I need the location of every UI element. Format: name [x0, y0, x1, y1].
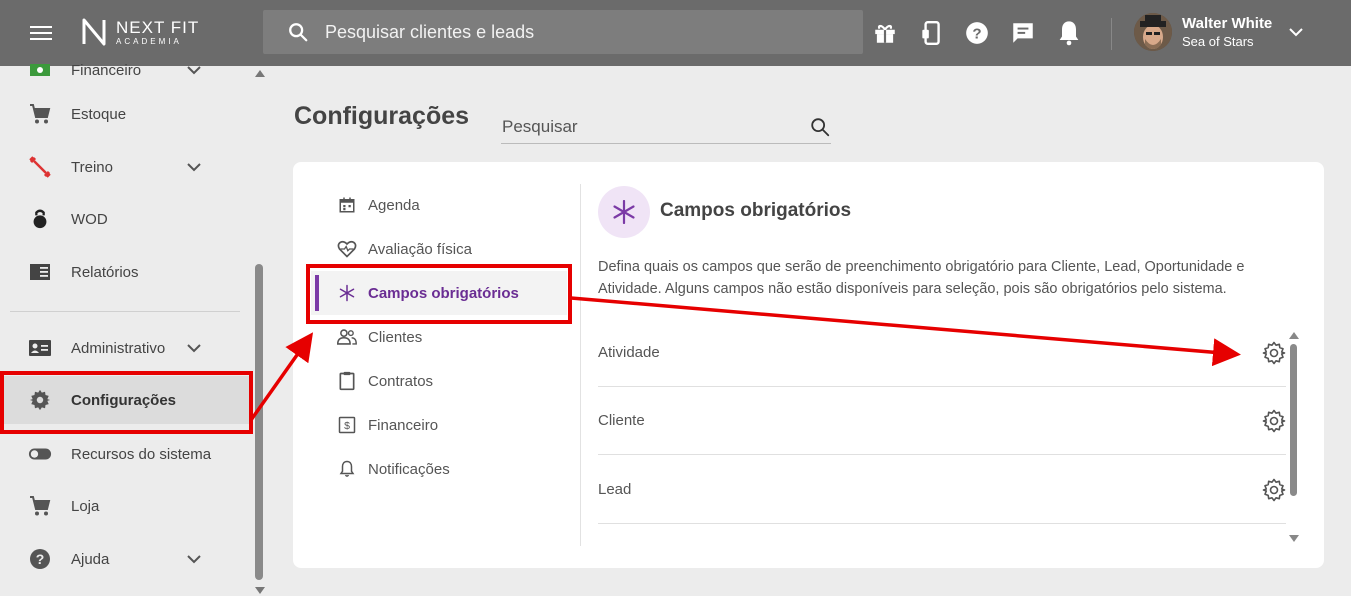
settings-card: Agenda Avaliação física Campos obrigatór… [293, 162, 1324, 568]
cart-icon [28, 494, 52, 518]
settings-nav-label: Agenda [368, 196, 420, 214]
card-divider [580, 184, 581, 546]
settings-nav-contratos[interactable]: Contratos [311, 359, 567, 403]
chat-icon[interactable] [1008, 18, 1038, 48]
settings-nav-label: Clientes [368, 328, 423, 346]
gear-icon[interactable] [1262, 409, 1286, 433]
gear-icon[interactable] [1262, 341, 1286, 365]
logo-subtitle: ACADEMIA [116, 36, 182, 46]
sidebar-item-label: Treino [71, 158, 113, 176]
dollar-icon: $ [337, 415, 357, 435]
report-icon [28, 260, 52, 284]
dumbbell-icon [28, 155, 52, 179]
search-icon [289, 23, 308, 42]
sidebar-item-label: Administrativo [71, 339, 166, 357]
bell-icon[interactable] [1054, 18, 1084, 48]
settings-nav-label: Financeiro [368, 416, 439, 434]
sidebar-item-relatorios[interactable]: Relatórios [0, 248, 250, 296]
money-icon [28, 58, 52, 82]
sidebar-item-financeiro[interactable]: Financeiro [0, 46, 250, 94]
mobile-icon[interactable] [916, 18, 946, 48]
annotation-box-configuracoes [0, 371, 253, 434]
settings-nav-financeiro[interactable]: $ Financeiro [311, 403, 567, 447]
sidebar-item-label: Ajuda [71, 550, 110, 568]
sidebar-scroll-up-arrow[interactable] [255, 70, 265, 77]
calendar-icon [337, 195, 357, 215]
svg-text:?: ? [972, 25, 981, 42]
list-scroll-up-arrow[interactable] [1289, 332, 1299, 339]
section-title: Campos obrigatórios [660, 200, 852, 221]
toggle-icon [28, 442, 52, 466]
logo-mark-icon [82, 18, 106, 46]
gift-icon[interactable] [870, 18, 900, 48]
list-item: Atividade [598, 319, 1286, 387]
list-scrollbar[interactable] [1290, 344, 1297, 496]
users-icon [337, 327, 357, 347]
settings-nav-label: Contratos [368, 372, 434, 390]
asterisk-icon [598, 186, 650, 238]
user-organization: Sea of Stars [1182, 34, 1254, 49]
chevron-down-icon [187, 344, 201, 353]
clipboard-icon [337, 371, 357, 391]
kettlebell-icon [28, 207, 52, 231]
annotation-box-campos-obrigatorios [306, 264, 572, 324]
settings-nav-label: Avaliação física [368, 240, 472, 258]
sidebar-item-label: WOD [71, 210, 108, 228]
sidebar: Financeiro Estoque Treino WOD Relatórios… [0, 62, 267, 596]
sidebar-item-treino[interactable]: Treino [0, 143, 250, 191]
sidebar-scrollbar[interactable] [255, 264, 263, 580]
list-scroll-down-arrow[interactable] [1289, 535, 1299, 542]
sidebar-divider [10, 311, 240, 312]
sidebar-item-recursos-do-sistema[interactable]: Recursos do sistema [0, 430, 250, 478]
avatar [1134, 13, 1172, 51]
global-search-placeholder: Pesquisar clientes e leads [325, 21, 535, 42]
chevron-down-icon [187, 555, 201, 564]
sidebar-item-label: Loja [71, 497, 100, 515]
sidebar-item-wod[interactable]: WOD [0, 195, 250, 243]
svg-text:?: ? [36, 551, 45, 567]
global-search-input[interactable]: Pesquisar clientes e leads [263, 10, 863, 54]
settings-search-placeholder: Pesquisar [502, 116, 578, 136]
sidebar-item-estoque[interactable]: Estoque [0, 90, 250, 138]
sidebar-item-label: Relatórios [71, 263, 139, 281]
topbar-divider [1111, 18, 1112, 50]
bell-icon [337, 459, 357, 479]
search-icon[interactable] [809, 116, 831, 138]
list-item: Lead [598, 456, 1286, 524]
section-description: Defina quais os campos que serão de pree… [598, 259, 1245, 297]
list-item-label: Cliente [598, 412, 645, 429]
chevron-down-icon [187, 163, 201, 172]
chevron-down-icon [1289, 28, 1303, 37]
settings-search-input[interactable]: Pesquisar [501, 110, 831, 144]
help-icon[interactable]: ? [962, 18, 992, 48]
sidebar-item-loja[interactable]: Loja [0, 482, 250, 530]
settings-nav-agenda[interactable]: Agenda [311, 183, 567, 227]
user-menu[interactable]: Walter White Sea of Stars [1134, 13, 1304, 51]
cart-icon [28, 102, 52, 126]
sidebar-item-administrativo[interactable]: Administrativo [0, 324, 250, 372]
logo-title: NEXT FIT [116, 17, 200, 37]
sidebar-scroll-down-arrow[interactable] [255, 587, 265, 594]
sidebar-item-label: Financeiro [71, 61, 142, 79]
svg-text:$: $ [344, 420, 350, 432]
chevron-down-icon [187, 66, 201, 75]
heart-pulse-icon [337, 239, 357, 259]
page-title: Configurações [294, 102, 470, 130]
settings-nav-notificacoes[interactable]: Notificações [311, 447, 567, 491]
user-name: Walter White [1182, 15, 1273, 32]
list-item: Cliente [598, 387, 1286, 455]
gear-icon[interactable] [1262, 478, 1286, 502]
hamburger-menu-icon[interactable] [30, 22, 54, 42]
list-item-label: Atividade [598, 344, 660, 361]
help-icon: ? [28, 547, 52, 571]
logo[interactable]: NEXT FIT ACADEMIA [80, 16, 199, 48]
id-card-icon [28, 336, 52, 360]
sidebar-item-label: Estoque [71, 105, 127, 123]
list-item-label: Lead [598, 481, 632, 498]
sidebar-item-label: Recursos do sistema [71, 445, 212, 463]
settings-nav-label: Notificações [368, 460, 450, 478]
sidebar-item-ajuda[interactable]: ? Ajuda [0, 535, 250, 583]
